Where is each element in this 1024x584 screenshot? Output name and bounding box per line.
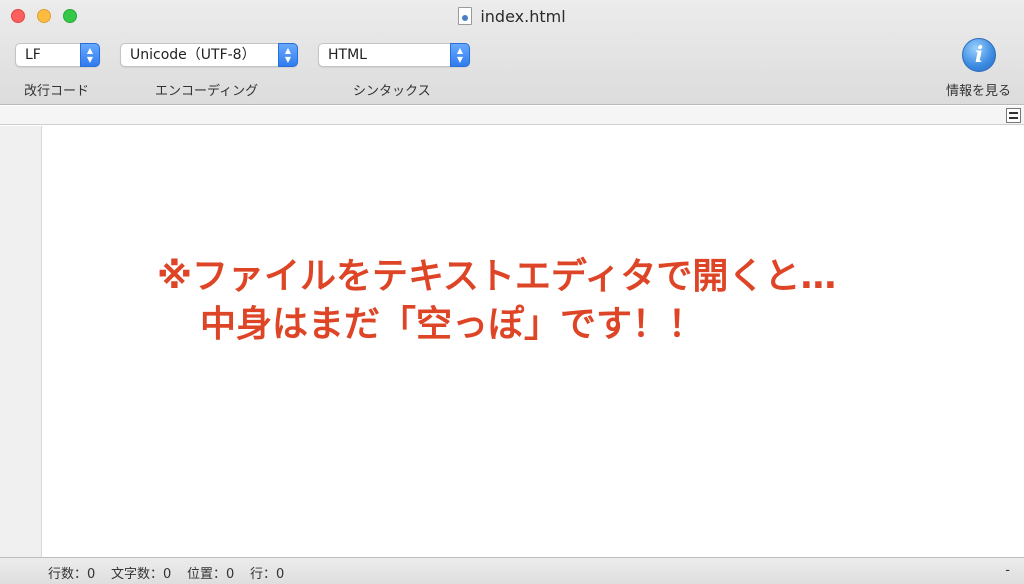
chevron-updown-icon: ▲ ▼ (278, 43, 298, 67)
toolbar: index.html LF ▲ ▼ Unicode（UTF-8） ▲ ▼ HTML … (0, 0, 1024, 105)
window-title: index.html (480, 6, 566, 26)
encoding-value: Unicode（UTF-8） (130, 47, 256, 63)
line-number-gutter (0, 126, 42, 557)
info-label[interactable]: 情報を見る (946, 80, 1011, 99)
annotation-overlay: ※ファイルをテキストエディタで開くと… 中身はまだ「空っぽ」です！！ (157, 253, 836, 349)
title-bar: index.html (0, 4, 1024, 28)
status-line-count: 行数：0 (48, 567, 96, 582)
editor-window: index.html LF ▲ ▼ Unicode（UTF-8） ▲ ▼ HTML … (0, 0, 1024, 584)
navigation-bar (0, 106, 1024, 125)
chevron-updown-icon: ▲ ▼ (450, 43, 470, 67)
syntax-label: シンタックス (353, 84, 431, 99)
line-ending-label: 改行コード (24, 84, 90, 99)
line-ending-value: LF (25, 47, 41, 63)
split-editor-icon[interactable] (1006, 108, 1021, 123)
annotation-line-1: ※ファイルをテキストエディタで開くと… (157, 256, 837, 297)
status-row: 行：0 (250, 567, 285, 582)
status-right-indicator: - (1005, 563, 1010, 578)
document-icon[interactable] (458, 7, 473, 25)
info-glyph: i (974, 42, 984, 68)
status-position: 位置：0 (187, 567, 235, 582)
chevron-updown-icon: ▲ ▼ (80, 43, 100, 67)
syntax-value: HTML (328, 47, 367, 63)
status-bar: 行数：0 文字数：0 位置：0 行：0 - (0, 557, 1024, 584)
status-char-count: 文字数：0 (111, 567, 172, 582)
syntax-select[interactable]: HTML ▲ ▼ (318, 43, 470, 67)
line-ending-select[interactable]: LF ▲ ▼ (15, 43, 100, 67)
encoding-label: エンコーディング (155, 84, 259, 99)
info-icon[interactable]: i (962, 38, 996, 72)
encoding-select[interactable]: Unicode（UTF-8） ▲ ▼ (120, 43, 298, 67)
annotation-line-2: 中身はまだ「空っぽ」です！！ (200, 304, 705, 345)
